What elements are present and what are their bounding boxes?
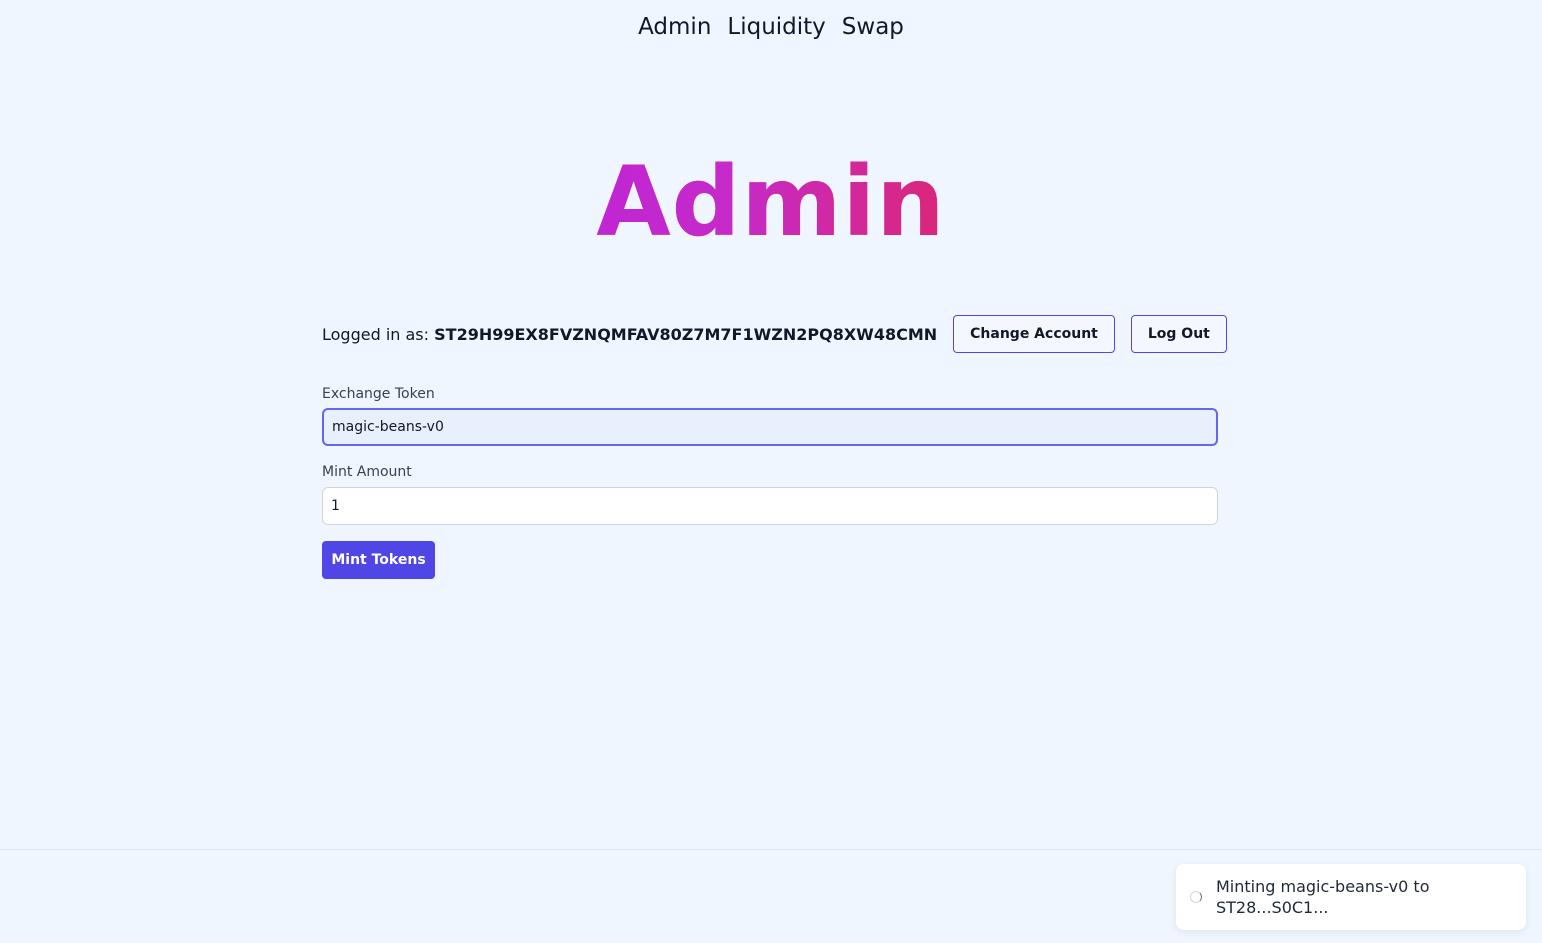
logged-in-label: Logged in as:	[322, 324, 430, 344]
page-title: Admin	[0, 146, 1542, 258]
account-row: Logged in as: ST29H99EX8FVZNQMFAV80Z7M7F…	[322, 315, 1227, 353]
nav-item-swap[interactable]: Swap	[842, 11, 904, 43]
logged-in-text: Logged in as: ST29H99EX8FVZNQMFAV80Z7M7F…	[322, 325, 937, 344]
log-out-button[interactable]: Log Out	[1130, 315, 1227, 353]
nav-item-liquidity[interactable]: Liquidity	[727, 11, 825, 43]
change-account-button[interactable]: Change Account	[953, 315, 1115, 353]
exchange-token-label: Exchange Token	[322, 386, 435, 402]
mint-amount-label: Mint Amount	[322, 464, 412, 480]
nav-item-admin[interactable]: Admin	[638, 11, 711, 43]
mint-amount-input[interactable]	[322, 487, 1218, 525]
toast-notification: Minting magic-beans-v0 to ST28...S0C1...	[1176, 864, 1526, 930]
loading-spinner-icon	[1190, 891, 1202, 903]
toast-message: Minting magic-beans-v0 to ST28...S0C1...	[1216, 877, 1430, 917]
page-title-text: Admin	[596, 146, 946, 258]
admin-page: Admin Liquidity Swap Admin Logged in as:…	[0, 0, 1542, 943]
mint-tokens-button[interactable]: Mint Tokens	[322, 541, 435, 579]
account-address: ST29H99EX8FVZNQMFAV80Z7M7F1WZN2PQ8XW48CM…	[434, 324, 938, 344]
footer-divider	[0, 849, 1542, 850]
top-nav: Admin Liquidity Swap	[0, 11, 1542, 43]
exchange-token-input[interactable]	[322, 408, 1218, 446]
